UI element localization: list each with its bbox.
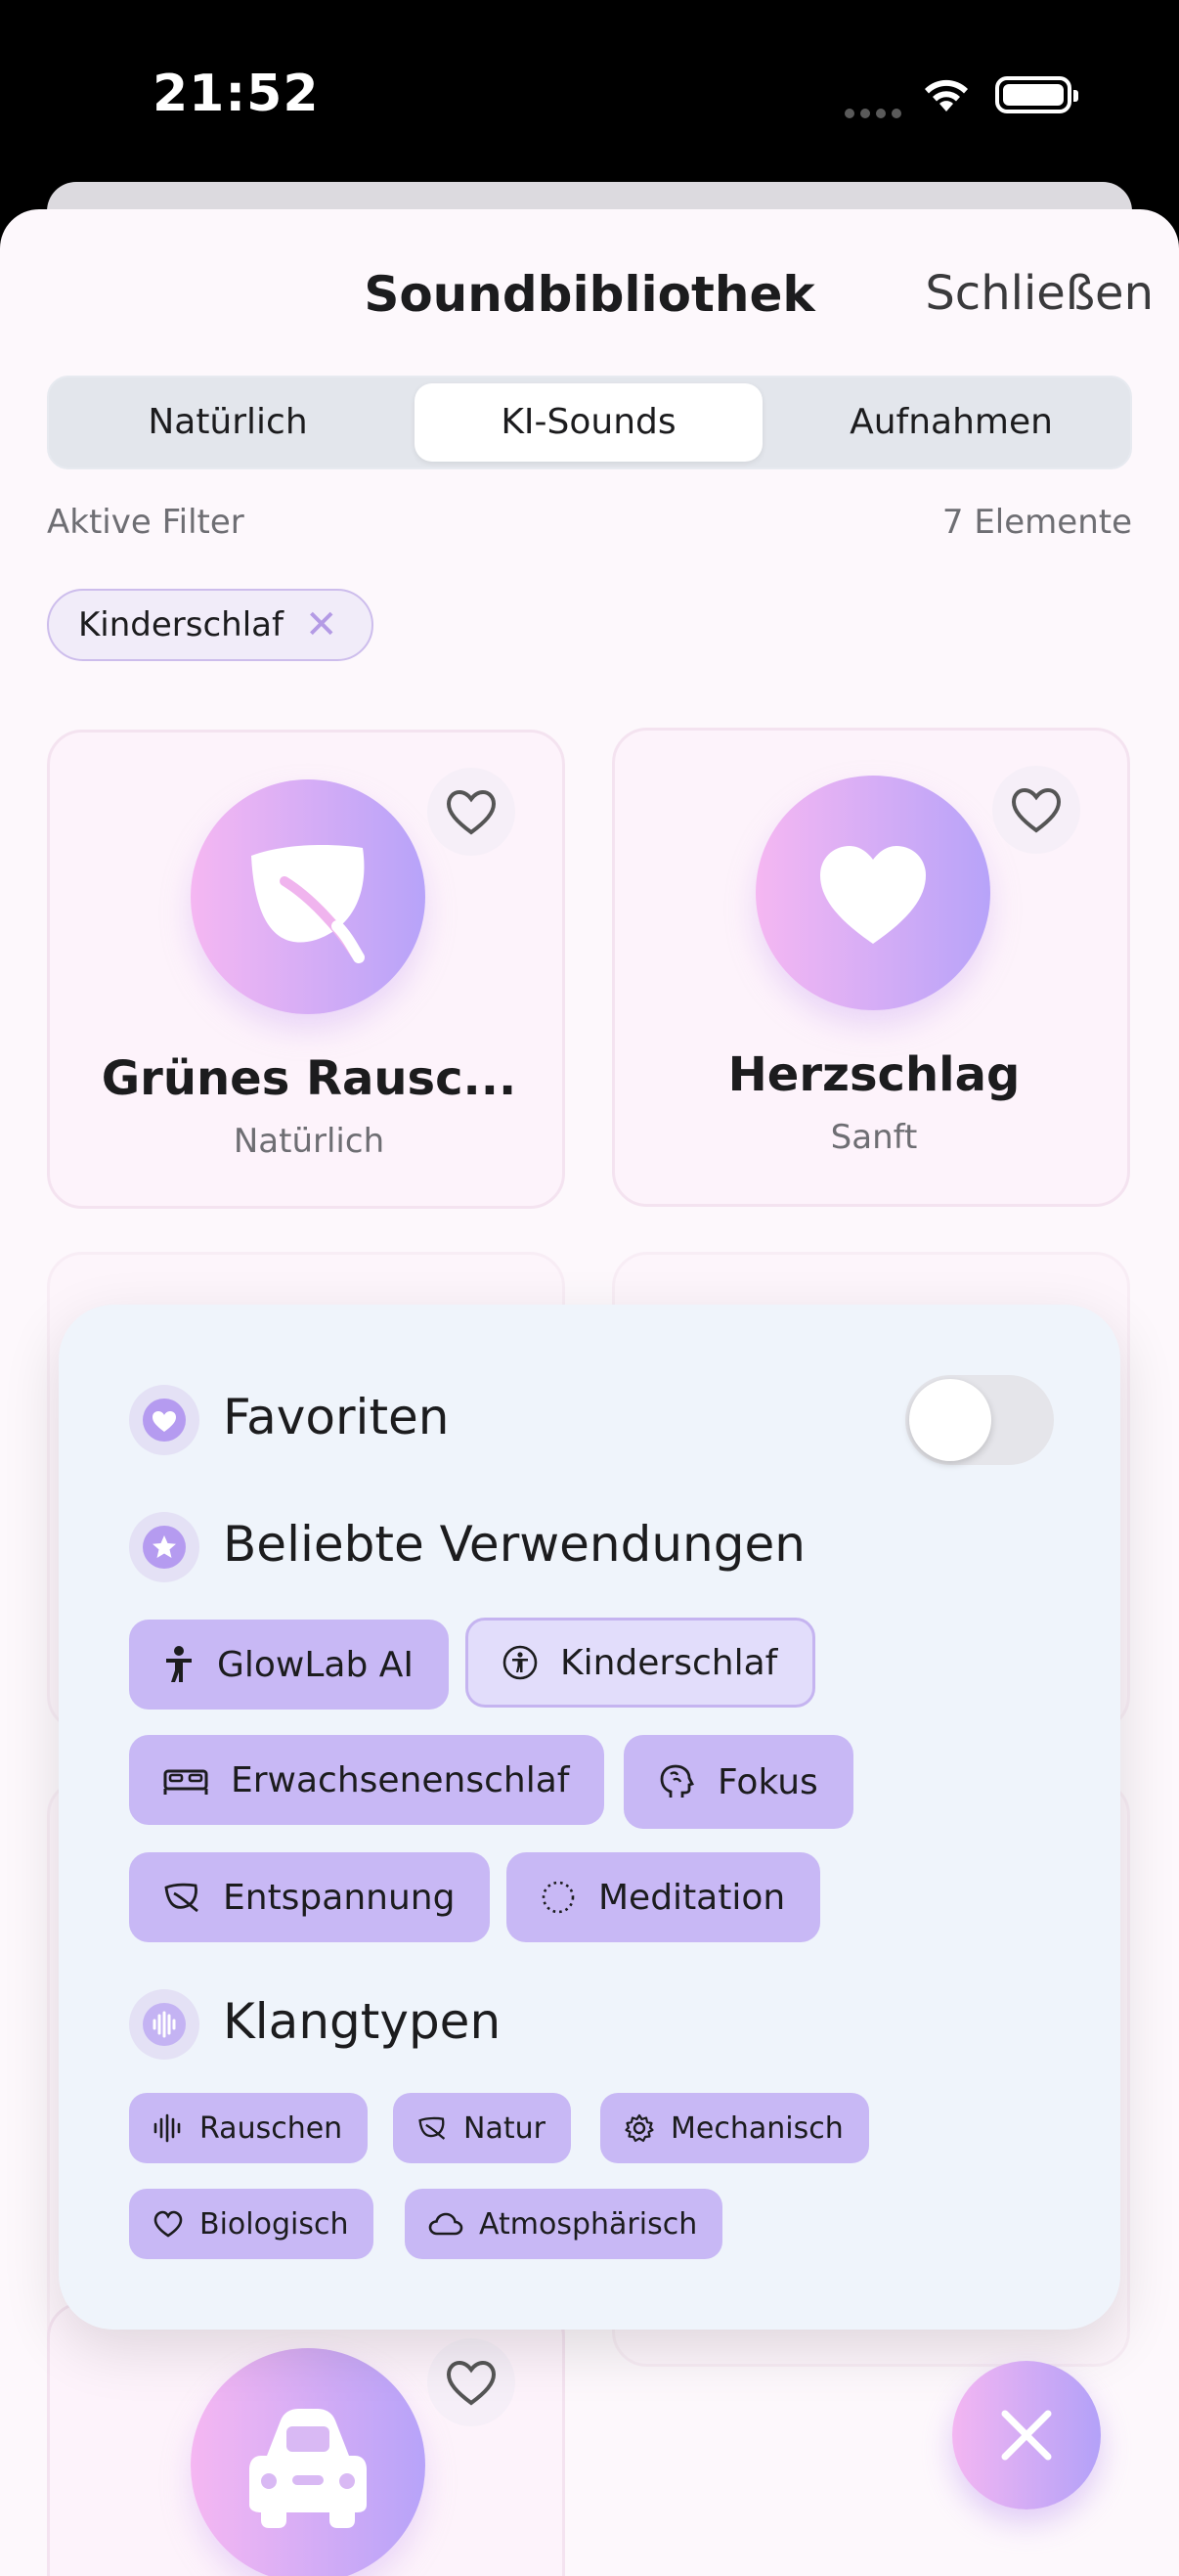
tab-aufnahmen[interactable]: Aufnahmen xyxy=(772,378,1130,467)
type-pill-label: Natur xyxy=(463,2110,546,2146)
use-pill-entspannung[interactable]: Entspannung xyxy=(129,1852,491,1942)
dotted-circle-icon xyxy=(542,1881,575,1914)
status-time: 21:52 xyxy=(153,65,320,123)
leaf-icon xyxy=(164,1883,198,1913)
type-pill-atmosphaerisch[interactable]: Atmosphärisch xyxy=(405,2189,723,2259)
use-pill-label: Meditation xyxy=(598,1877,786,1918)
favorite-heart-icon[interactable] xyxy=(992,766,1080,854)
waveform-circle-icon xyxy=(129,1989,199,2060)
use-pill-meditation[interactable]: Meditation xyxy=(506,1852,821,1942)
use-pill-label: GlowLab AI xyxy=(217,1644,415,1685)
segmented-control: Natürlich KI-Sounds Aufnahmen xyxy=(47,376,1132,469)
card-title: Herzschlag xyxy=(727,1047,1021,1102)
cellular-icon xyxy=(845,104,907,122)
card-title: Grünes Rausc... xyxy=(101,1051,517,1106)
card-subtitle: Natürlich xyxy=(233,1122,385,1161)
close-icon xyxy=(1001,2410,1052,2461)
star-circle-icon xyxy=(129,1512,199,1582)
type-pill-label: Atmosphärisch xyxy=(479,2206,698,2242)
child-icon xyxy=(502,1645,538,1680)
favorites-toggle[interactable] xyxy=(905,1375,1054,1465)
car-icon xyxy=(191,2348,425,2576)
tab-ki-sounds[interactable]: KI-Sounds xyxy=(415,383,763,462)
leaf-icon xyxy=(418,2116,446,2140)
item-count: 7 Elemente xyxy=(941,503,1132,542)
card-subtitle: Sanft xyxy=(830,1118,918,1157)
cloud-icon xyxy=(428,2212,463,2236)
filter-popover: Favoriten Beliebte Verwendungen GlowLab … xyxy=(59,1305,1120,2330)
active-filters-label: Aktive Filter xyxy=(47,503,244,542)
type-pill-mechanisch[interactable]: Mechanisch xyxy=(600,2093,869,2163)
heart-circle-icon xyxy=(129,1385,199,1455)
favorite-heart-icon[interactable] xyxy=(427,768,515,856)
type-pill-biologisch[interactable]: Biologisch xyxy=(129,2189,374,2259)
close-button[interactable]: Schließen xyxy=(925,266,1154,321)
use-pill-kinderschlaf[interactable]: Kinderschlaf xyxy=(465,1618,816,1708)
battery-icon xyxy=(995,76,1078,113)
use-pill-fokus[interactable]: Fokus xyxy=(624,1735,853,1829)
heart-icon xyxy=(153,2210,183,2238)
wifi-icon xyxy=(920,72,973,117)
bed-icon xyxy=(163,1769,208,1795)
use-pill-erwachsenenschlaf[interactable]: Erwachsenenschlaf xyxy=(129,1735,605,1825)
sound-card[interactable] xyxy=(47,2302,565,2576)
active-filter-chip[interactable]: Kinderschlaf ✕ xyxy=(47,589,373,661)
person-icon xyxy=(166,1646,192,1682)
close-filter-button[interactable] xyxy=(952,2361,1101,2509)
brain-icon xyxy=(660,1764,694,1798)
sound-types-label: Klangtypen xyxy=(223,1993,502,2050)
use-pill-label: Erwachsenenschlaf xyxy=(231,1759,570,1800)
type-pill-label: Rauschen xyxy=(199,2110,343,2146)
favorites-label: Favoriten xyxy=(223,1389,450,1445)
remove-filter-icon[interactable]: ✕ xyxy=(305,605,338,644)
favorite-heart-icon[interactable] xyxy=(427,2338,515,2426)
active-filter-chip-label: Kinderschlaf xyxy=(78,605,284,644)
gear-icon xyxy=(625,2113,654,2143)
type-pill-rauschen[interactable]: Rauschen xyxy=(129,2093,369,2163)
type-pill-natur[interactable]: Natur xyxy=(393,2093,571,2163)
sound-card[interactable]: Grünes Rausc... Natürlich xyxy=(47,730,565,1209)
leaf-icon xyxy=(191,779,425,1014)
use-pill-label: Entspannung xyxy=(223,1877,456,1918)
use-pill-label: Kinderschlaf xyxy=(560,1642,778,1683)
popular-uses-label: Beliebte Verwendungen xyxy=(223,1516,806,1573)
use-pill-label: Fokus xyxy=(718,1761,818,1802)
type-pill-label: Biologisch xyxy=(199,2206,349,2242)
tab-natuerlich[interactable]: Natürlich xyxy=(49,378,407,467)
use-pill-glowlab-ai[interactable]: GlowLab AI xyxy=(129,1620,450,1710)
type-pill-label: Mechanisch xyxy=(671,2110,844,2146)
sound-card[interactable]: Herzschlag Sanft xyxy=(612,728,1130,1207)
heart-icon xyxy=(756,776,990,1010)
waveform-icon xyxy=(153,2113,181,2143)
